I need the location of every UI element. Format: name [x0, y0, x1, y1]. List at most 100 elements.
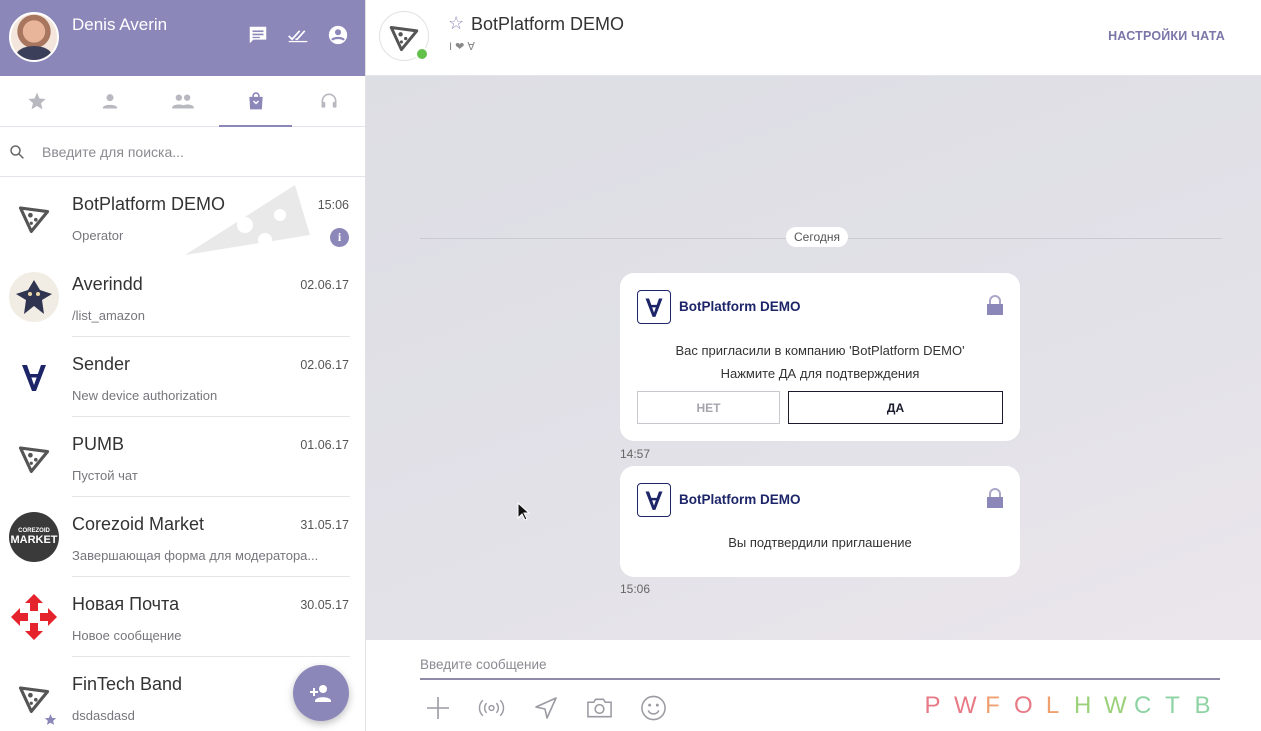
- chat-title: FinTech Band: [72, 674, 183, 694]
- decorative-letter: F: [985, 692, 1000, 719]
- card-text-line1: Вас пригласили в компанию 'BotPlatform D…: [675, 343, 965, 358]
- nova-poshta-logo-icon: [11, 594, 57, 640]
- color-letters-strip: PWFOLHWCTB: [924, 692, 1211, 720]
- no-button[interactable]: НЕТ: [637, 391, 780, 424]
- search-bar: [0, 127, 365, 177]
- pizza-logo-icon: [18, 686, 50, 713]
- lock-icon: [987, 488, 1003, 508]
- tab-shop[interactable]: [219, 76, 292, 127]
- lock-icon: [987, 295, 1003, 315]
- profile-avatar[interactable]: [9, 12, 59, 62]
- message-area: Сегодня BotPlatform DEMO Вас пригласили …: [366, 76, 1261, 640]
- account-circle-icon[interactable]: [327, 24, 349, 46]
- forall-logo-icon: [22, 365, 46, 391]
- chat-title: PUMB: [72, 434, 125, 454]
- card-text-line1: Вы подтвердили приглашение: [728, 535, 912, 550]
- chat-subtitle: /list_amazon: [72, 308, 145, 323]
- confirmation-message-card: BotPlatform DEMO Вы подтвердили приглаше…: [620, 466, 1020, 577]
- chat-item-averindd[interactable]: Averindd /list_amazon 02.06.17: [0, 257, 365, 337]
- chat-item-corezoid-market[interactable]: COREZOID MARKET Corezoid Market Завершаю…: [0, 497, 365, 577]
- yes-button[interactable]: ДА: [788, 391, 1003, 424]
- star-icon: [27, 92, 46, 110]
- message-input[interactable]: [420, 650, 1220, 680]
- group-icon: [171, 94, 194, 109]
- tab-contacts[interactable]: [73, 76, 146, 126]
- chat-header: ☆ BotPlatform DEMO I ❤ ∀ НАСТРОЙКИ ЧАТА: [366, 0, 1261, 76]
- decorative-letter: C: [1134, 692, 1152, 719]
- chat-item-sender[interactable]: Sender New device authorization 02.06.17: [0, 337, 365, 417]
- chat-settings-button[interactable]: НАСТРОЙКИ ЧАТА: [1108, 29, 1225, 43]
- dark-figure-icon: [16, 280, 52, 314]
- add-contact-button[interactable]: [293, 665, 349, 721]
- headset-icon: [321, 93, 336, 108]
- date-chip: Сегодня: [786, 227, 848, 247]
- chat-date: 30.05.17: [300, 598, 349, 612]
- chat-date: 01.06.17: [300, 438, 349, 452]
- favorite-star-icon: [44, 714, 57, 725]
- emoji-icon[interactable]: [640, 694, 667, 721]
- chat-panel: ☆ BotPlatform DEMO I ❤ ∀ НАСТРОЙКИ ЧАТА …: [366, 0, 1261, 731]
- pizza-logo-icon: [389, 26, 419, 52]
- tab-support[interactable]: [292, 76, 365, 126]
- location-arrow-icon[interactable]: [532, 694, 559, 721]
- decorative-letter: O: [1014, 692, 1033, 719]
- decorative-letter: W: [1104, 692, 1127, 719]
- chat-header-title: BotPlatform DEMO: [471, 14, 625, 34]
- chat-avatar: COREZOID MARKET: [9, 512, 59, 562]
- person-add-icon: [310, 685, 331, 702]
- decorative-letter: H: [1074, 692, 1092, 719]
- chat-title: Corezoid Market: [72, 514, 205, 534]
- chat-subtitle: Operator: [72, 228, 124, 243]
- card-brand: BotPlatform DEMO: [679, 299, 801, 314]
- profile-bar: Denis Averin: [0, 0, 365, 76]
- chat-subtitle: dsdasdasd: [72, 708, 135, 723]
- chat-item-nova-poshta[interactable]: Новая Почта Новое сообщение 30.05.17: [0, 577, 365, 657]
- pizza-logo-icon: [18, 446, 50, 473]
- sidebar: Denis Averin Введите для поиска... BotPl…: [0, 0, 366, 731]
- chat-list: BotPlatform DEMO Operator 15:06 i Averin…: [0, 177, 365, 731]
- tab-groups[interactable]: [146, 76, 219, 126]
- forall-logo-icon: [637, 290, 671, 324]
- chat-title: Sender: [72, 354, 131, 374]
- chat-subtitle: New device authorization: [72, 388, 218, 403]
- chat-item-botplatform[interactable]: BotPlatform DEMO Operator 15:06 i: [0, 177, 365, 257]
- attach-plus-icon[interactable]: [424, 694, 451, 721]
- decorative-letter: P: [924, 692, 941, 719]
- chat-subtitle: Новое сообщение: [72, 628, 182, 643]
- favorite-star-icon[interactable]: ☆: [448, 13, 464, 34]
- online-status-dot: [415, 47, 429, 61]
- message-time: 15:06: [620, 582, 651, 596]
- invite-message-card: BotPlatform DEMO Вас пригласили в компан…: [620, 273, 1020, 441]
- chat-item-pumb[interactable]: PUMB Пустой чат 01.06.17: [0, 417, 365, 497]
- chat-header-subtitle: I ❤ ∀: [449, 41, 475, 53]
- tab-favorites[interactable]: [0, 76, 73, 126]
- avatar-text-large: MARKET: [10, 534, 58, 546]
- chat-avatar: [9, 432, 59, 482]
- search-icon: [10, 144, 24, 159]
- chat-title: Averindd: [72, 274, 143, 294]
- card-text-line2: Нажмите ДА для подтверждения: [720, 366, 920, 381]
- checkmarks-icon[interactable]: [287, 24, 309, 46]
- forall-logo-icon: [637, 483, 671, 517]
- sidebar-tabs: [0, 76, 365, 127]
- chat-subtitle: Завершающая форма для модератора...: [72, 548, 319, 563]
- info-icon[interactable]: i: [330, 228, 349, 247]
- broadcast-icon[interactable]: [478, 694, 505, 721]
- chat-title: Новая Почта: [72, 594, 180, 614]
- search-input[interactable]: [42, 143, 342, 160]
- mouse-cursor-icon: [517, 502, 531, 521]
- profile-name: Denis Averin: [72, 15, 168, 34]
- decorative-letter: T: [1165, 692, 1180, 719]
- message-time: 14:57: [620, 447, 651, 461]
- decorative-letter: B: [1194, 692, 1211, 719]
- camera-icon[interactable]: [586, 694, 613, 721]
- chat-avatar: [9, 352, 59, 402]
- chat-bubble-icon[interactable]: [247, 24, 269, 46]
- card-brand: BotPlatform DEMO: [679, 492, 801, 507]
- chat-avatar: [9, 592, 59, 642]
- chat-avatar: [9, 272, 59, 322]
- decorative-letter: L: [1045, 692, 1060, 719]
- chat-date: 15:06: [317, 198, 349, 212]
- chat-date: 02.06.17: [300, 358, 349, 372]
- shopping-bag-icon: [248, 92, 263, 110]
